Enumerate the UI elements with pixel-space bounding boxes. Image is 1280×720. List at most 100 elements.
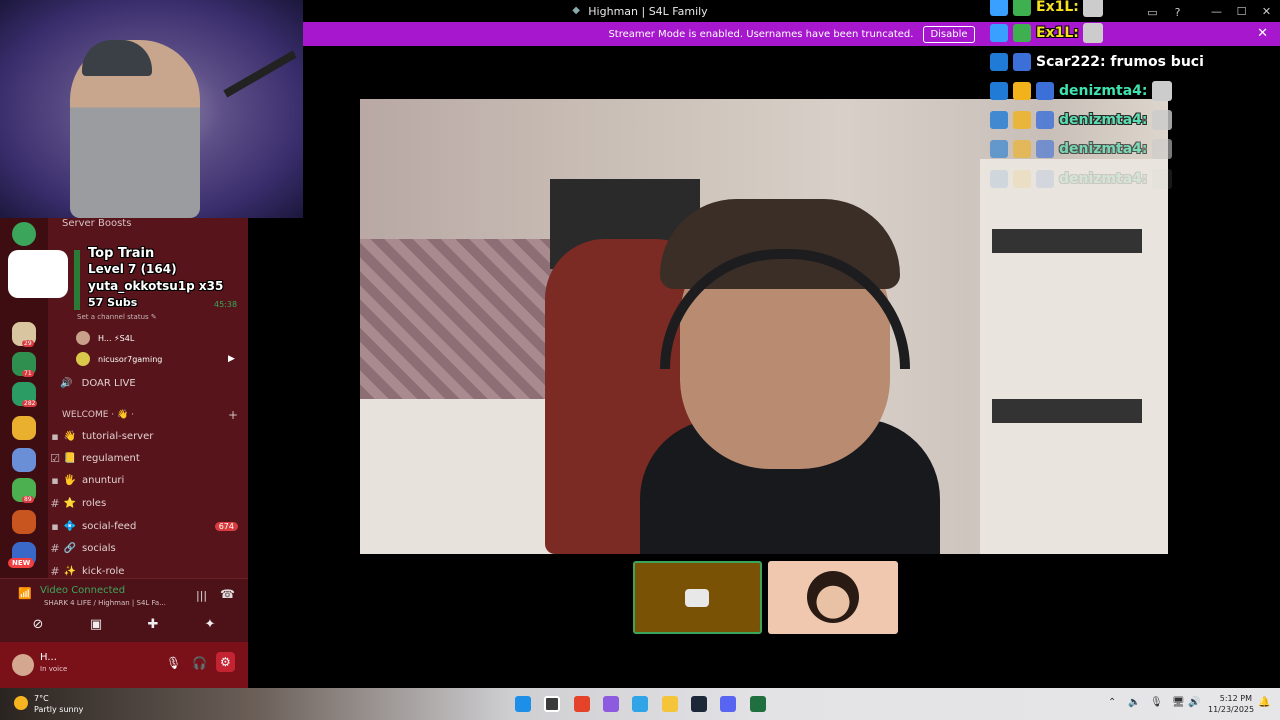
channel-name: anunturi [82, 474, 125, 486]
channel-type-icon: ▪ [51, 519, 59, 533]
channel-name: social-feed [82, 520, 137, 532]
system-clock[interactable]: 5:12 PM 11/23/2025 [1208, 693, 1255, 715]
chat-text: denizmta4: [1059, 83, 1148, 99]
screen-share-icon[interactable]: ▣ [86, 615, 106, 635]
crown-icon [1013, 82, 1031, 100]
user-name: H... [40, 652, 57, 663]
chat-message: Ex1L: [990, 22, 1103, 44]
voice-channel[interactable]: SHARK 4 LIFE / Highman | S4L Fa... [44, 599, 166, 607]
sub-badge-icon [1013, 24, 1031, 42]
guild-icon-5[interactable] [12, 416, 36, 440]
badge-icon [990, 24, 1008, 42]
camera-off-icon[interactable]: ⊘ [28, 615, 48, 635]
app-icon-purple[interactable] [603, 696, 619, 712]
sub-badge-icon [1036, 170, 1054, 188]
participant-tile-avatar[interactable] [768, 561, 898, 634]
noise-suppression-icon[interactable]: ||| [196, 589, 207, 602]
participant-avatar [807, 571, 859, 623]
guild-icon-8[interactable] [12, 510, 36, 534]
badge-icon [990, 0, 1008, 16]
channel-item[interactable]: # 🔗 socials [48, 538, 248, 558]
tray-mic-icon[interactable]: 🎙 [1150, 697, 1163, 708]
chat-text: Ex1L: [1036, 25, 1079, 41]
mod-badge-icon [990, 82, 1008, 100]
disconnect-icon[interactable]: ☎ [220, 587, 235, 601]
headphones-icon[interactable]: 🎧 [192, 656, 207, 670]
unread-badge: 674 [214, 521, 238, 531]
mod-badge-icon [990, 140, 1008, 158]
video-door [980, 159, 1168, 554]
sub-badge-icon [1036, 111, 1054, 129]
train-subs: 57 Subs [88, 296, 138, 309]
windows-start-icon[interactable] [515, 696, 531, 712]
weather-temperature: 7°C [34, 694, 49, 703]
top-train-overlay: Top Train Level 7 (164) yuta_okkotsu1p x… [8, 246, 248, 320]
chat-text: Ex1L: [1036, 0, 1079, 15]
discord-icon[interactable] [720, 696, 736, 712]
channel-emoji: ✨ [63, 565, 77, 577]
clock-time: 5:12 PM [1219, 694, 1252, 703]
soundboard-icon[interactable]: ✦ [200, 615, 220, 635]
notification-bell-icon[interactable]: 🔔 [1258, 697, 1270, 708]
guild-icon-6[interactable] [12, 448, 36, 472]
channel-name: roles [82, 497, 107, 509]
chat-message: denizmta4: [990, 80, 1172, 102]
channel-item[interactable]: ☑ 📒 regulament [48, 448, 248, 468]
emote-icon [1082, 0, 1103, 17]
voice-status[interactable]: Video Connected [40, 585, 125, 596]
channel-item[interactable]: # ⭐ roles [48, 493, 248, 513]
weather-description: Partly sunny [34, 705, 84, 714]
stream-chat-overlay: Ex1L: Ex1L: Scar222: frumos buci denizmt… [990, 0, 1280, 200]
channel-item[interactable]: ▪ 🖐 anunturi [48, 470, 248, 490]
weather-sun-icon [14, 696, 28, 710]
train-top-user: yuta_okkotsu1p x35 [88, 279, 224, 293]
mod-badge-icon [990, 170, 1008, 188]
chat-message: denizmta4: [990, 168, 1172, 190]
channel-emoji: 💠 [63, 520, 77, 532]
channel-emoji: 🔗 [63, 542, 77, 554]
user-panel: H... In voice 🎙 🎧 ⚙ [0, 642, 248, 688]
channel-name: regulament [82, 452, 140, 464]
microphone-icon[interactable]: 🎙 [166, 656, 181, 670]
tray-chevron-icon[interactable]: ⌃ [1108, 697, 1116, 708]
chat-text: denizmta4: [1059, 171, 1148, 187]
disable-streamer-mode-button[interactable]: Disable [923, 25, 975, 43]
chat-text: denizmta4: [1059, 112, 1148, 128]
user-avatar[interactable] [12, 654, 34, 676]
chat-message: denizmta4: [990, 109, 1172, 131]
channel-item[interactable]: ▪ 💠 social-feed 674 [48, 516, 248, 536]
chat-message: Ex1L: [990, 0, 1103, 18]
channel-item[interactable]: ▪ 👋 tutorial-server [48, 426, 248, 446]
new-badge: NEW [8, 558, 35, 568]
steam-icon[interactable] [691, 696, 707, 712]
emote-icon [1082, 23, 1103, 43]
crown-icon [1013, 111, 1031, 129]
mod-badge-icon [990, 53, 1008, 71]
train-progress-bar [74, 250, 80, 310]
activities-icon[interactable]: ✚ [143, 615, 163, 635]
copilot-icon[interactable] [632, 696, 648, 712]
hash-icon: # [50, 541, 60, 555]
channel-type-icon: ▪ [51, 473, 59, 487]
tray-volume-icon[interactable]: 🔊 [1188, 697, 1200, 708]
participant-tile-camera[interactable] [633, 561, 762, 634]
chat-message: Scar222: frumos buci [990, 51, 1204, 73]
task-view-icon[interactable] [544, 696, 560, 712]
guild-icon-dollar[interactable] [12, 222, 36, 246]
guild-badge: 71 [22, 370, 34, 377]
video-camera-icon [685, 589, 709, 607]
door-stripe [992, 229, 1142, 253]
door-stripe [992, 399, 1142, 423]
app-icon-green[interactable] [750, 696, 766, 712]
screen: { "window": { "title": "Highman | S4L Fa… [0, 0, 1280, 720]
clock-date: 11/23/2025 [1208, 705, 1255, 714]
file-explorer-icon[interactable] [662, 696, 678, 712]
tray-network-icon[interactable]: 🖥 [1172, 697, 1185, 708]
channel-emoji: 📒 [63, 452, 77, 464]
chat-message: denizmta4: [990, 138, 1172, 160]
tray-speaker-icon[interactable]: 🔈 [1128, 697, 1140, 708]
brave-browser-icon[interactable] [574, 696, 590, 712]
channel-name: socials [82, 542, 116, 554]
train-logo [8, 250, 68, 298]
settings-gear-icon[interactable]: ⚙ [216, 652, 235, 672]
